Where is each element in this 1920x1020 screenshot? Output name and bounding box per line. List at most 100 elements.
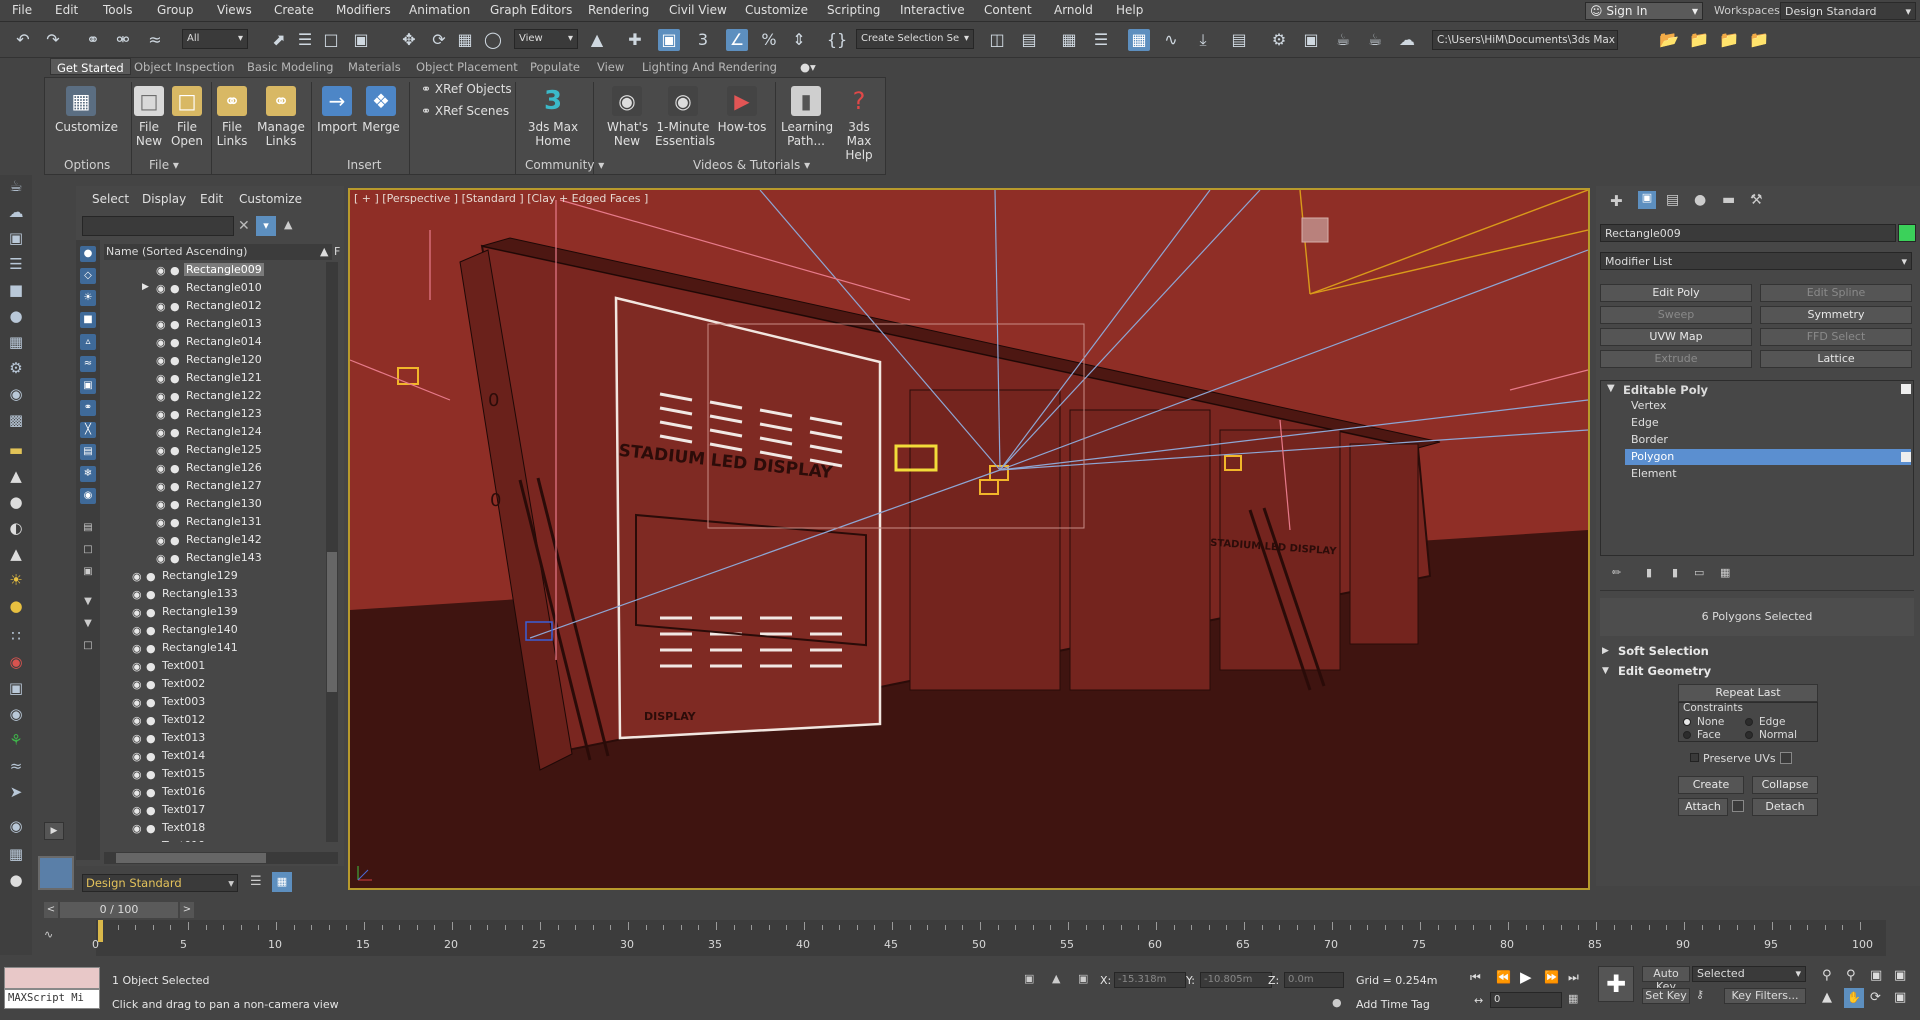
freeze-icon[interactable]: ● [146,714,156,727]
timeline[interactable]: 0 5 10 15 20 25 30 35 40 45 50 55 60 65 70 75 80 85 90 95 10… [92,920,1886,956]
filter-frozen-icon[interactable]: ❄ [80,466,96,482]
menu-animation[interactable]: Animation [409,3,470,17]
maxscript-mini-listener[interactable]: MAXScript Mi [4,989,100,1009]
filter-lights-icon[interactable]: ☀ [80,290,96,306]
list-item[interactable]: ◉ ● Rectangle014 [104,334,330,352]
freeze-icon[interactable]: ● [146,570,156,583]
learning-path-button[interactable]: ▮ Learning Path... [781,86,833,148]
menu-interactive[interactable]: Interactive [900,3,965,17]
unlink-icon[interactable]: ⚮ [112,29,134,51]
visibility-eye-icon[interactable]: ◉ [132,768,142,781]
stack-item-vertex[interactable]: Vertex [1631,399,1666,412]
filter-xrefs-icon[interactable]: ⚭ [80,400,96,416]
next-key-icon[interactable]: ⏩ [1544,970,1559,984]
filter-spacewarps-icon[interactable]: ≈ [80,356,96,372]
xref-objects-button[interactable]: ⚭ XRef Objects [421,82,512,96]
folder-icon[interactable]: 📁 [1718,29,1740,51]
constraint-face[interactable]: Face [1683,729,1721,741]
sign-in-dropdown[interactable]: ☺ Sign In ▾ [1585,2,1703,20]
freeze-icon[interactable]: ● [146,606,156,619]
visibility-eye-icon[interactable]: ◉ [156,390,166,403]
tab-materials[interactable]: Materials [348,60,401,74]
window-crossing-icon[interactable]: ▣ [350,29,372,51]
stack-title[interactable]: Editable Poly [1623,383,1708,397]
visibility-eye-icon[interactable]: ◉ [132,714,142,727]
visibility-eye-icon[interactable]: ◉ [132,624,142,637]
menu-group[interactable]: Group [157,3,194,17]
visibility-eye-icon[interactable]: ◉ [156,372,166,385]
bulb-icon[interactable]: ● [5,305,27,327]
maximize-viewport-icon[interactable]: ▣ [1894,990,1906,1005]
list-item[interactable]: ◉ ● Rectangle142 [104,532,330,550]
group-file[interactable]: File ▾ [149,158,179,172]
select-rotate-icon[interactable]: ⟳ [428,29,450,51]
constraint-edge[interactable]: Edge [1745,716,1785,728]
list-item[interactable]: ◉ ● Text014 [104,748,330,766]
column-header-name[interactable]: Name (Sorted Ascending) ▲ [104,244,332,260]
freeze-icon[interactable]: ● [170,480,180,493]
file-open-button[interactable]: □ File Open [169,86,205,148]
attach-button[interactable]: Attach [1678,798,1728,816]
list-item[interactable]: ◉ ● Rectangle120 [104,352,330,370]
stack-item-polygon[interactable]: Polygon [1631,450,1674,463]
bind-space-warp-icon[interactable]: ≈ [144,29,166,51]
list-item[interactable]: ◉ ● Text003 [104,694,330,712]
pan-hand-icon[interactable]: ✋ [1844,988,1864,1008]
key-set-dropdown[interactable]: Selected ▾ [1692,966,1806,982]
edit-geometry-rollout[interactable]: Edit Geometry [1618,664,1711,678]
menu-civil-view[interactable]: Civil View [669,3,727,17]
edit-spline-button[interactable]: Edit Spline [1760,284,1912,302]
expand-triangle-icon[interactable]: ▶ [1602,646,1609,656]
visibility-eye-icon[interactable]: ◉ [132,750,142,763]
merge-button[interactable]: ❖ Merge [361,86,401,134]
filter-shapes-icon[interactable]: ◇ [80,268,96,284]
freeze-icon[interactable]: ● [146,624,156,637]
explorer-scroll-thumb[interactable] [327,552,337,692]
snaps-toggle-icon[interactable]: 3 [692,29,714,51]
visibility-eye-icon[interactable]: ◉ [132,840,142,842]
visibility-eye-icon[interactable]: ◉ [156,264,166,277]
list-item[interactable]: ◉ ● Text013 [104,730,330,748]
render-iterative-icon[interactable]: ☕ [1364,29,1386,51]
xref-scenes-button[interactable]: ⚭ XRef Scenes [421,104,509,118]
select-by-name-icon[interactable]: ☰ [294,29,316,51]
freeze-icon[interactable]: ● [170,318,180,331]
object-name-field[interactable]: Rectangle009 [1600,224,1896,242]
orbit-icon[interactable]: ⟳ [1870,990,1881,1005]
earth-icon[interactable]: ◉ [5,815,27,837]
ffd-select-button[interactable]: FFD Select [1760,328,1912,346]
list-item[interactable]: ▶ ◉ ● Rectangle010 [104,280,330,298]
list-item[interactable]: ◉ ● Text015 [104,766,330,784]
list-item[interactable]: ◉ ● Rectangle131 [104,514,330,532]
gear-icon[interactable]: ⚙ [5,357,27,379]
sun-icon[interactable]: ☀ [5,569,27,591]
modifier-list-dropdown[interactable]: Modifier List ▾ [1600,252,1912,270]
manage-links-button[interactable]: ⚭ Manage Links [257,86,305,148]
collapse-triangle-icon[interactable]: ▼ [1607,383,1615,394]
menu-file[interactable]: File [12,3,32,17]
preserve-uvs-checkbox[interactable]: Preserve UVs [1690,752,1776,765]
time-cursor[interactable] [98,920,103,942]
list-item[interactable]: ◉ ● Rectangle140 [104,622,330,640]
explorer-menu-customize[interactable]: Customize [239,192,302,206]
curve-editor-icon[interactable]: ∿ [1160,29,1182,51]
y-coordinate-field[interactable]: -10.805m [1200,972,1272,988]
link-icon[interactable]: ⚭ [82,29,104,51]
percent-snap-icon[interactable]: % [758,29,780,51]
rendered-frame-window-icon[interactable]: ▣ [1300,29,1322,51]
hierarchy-tab-icon[interactable]: ▤ [1666,192,1679,208]
list-item[interactable]: ◉ ● Text019 [104,838,330,842]
stack-item-element[interactable]: Element [1631,467,1677,480]
list-icon[interactable]: ☰ [5,253,27,275]
freeze-icon[interactable]: ● [146,750,156,763]
symmetry-button[interactable]: Symmetry [1760,306,1912,324]
zoom-icon[interactable]: ⚲ [1822,968,1832,983]
scene-explorer-icon[interactable]: ▦ [1128,29,1150,51]
freeze-icon[interactable]: ● [170,426,180,439]
list-item[interactable]: ◉ ● Rectangle121 [104,370,330,388]
visibility-eye-icon[interactable]: ◉ [132,642,142,655]
tab-object-placement[interactable]: Object Placement [416,60,518,74]
play-icon[interactable]: ▶ [1520,968,1532,986]
freeze-icon[interactable]: ● [146,732,156,745]
funnel-icon[interactable]: ▼ [80,594,96,610]
